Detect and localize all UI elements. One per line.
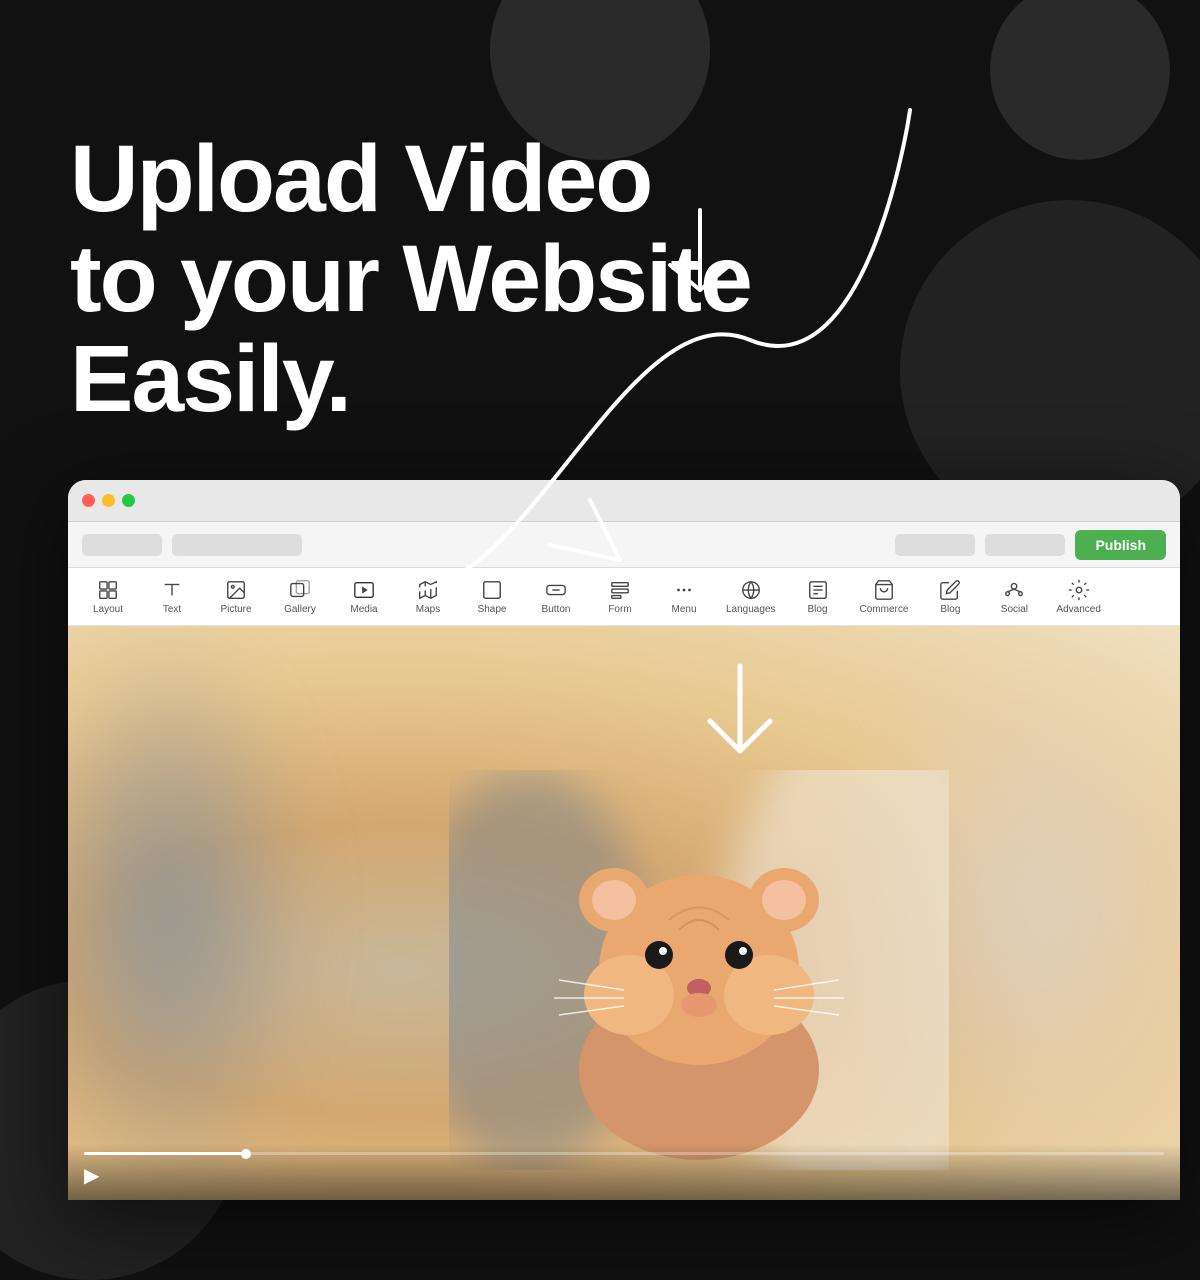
video-area: ▶ (68, 626, 1180, 1200)
traffic-light-yellow[interactable] (102, 494, 115, 507)
toolbar-item-social[interactable]: Social (982, 575, 1046, 619)
video-progress-bar[interactable] (84, 1152, 1164, 1155)
form-label: Form (608, 604, 631, 615)
media-label: Media (350, 604, 377, 615)
blog-label: Blog (807, 604, 827, 615)
icon-toolbar: Layout Text Picture Gallery (68, 568, 1180, 626)
decorative-circle-right (990, 0, 1170, 160)
maps-label: Maps (416, 604, 440, 615)
commerce-icon (873, 579, 895, 601)
advanced-label: Advanced (1056, 604, 1100, 615)
commerce-label: Commerce (860, 604, 909, 615)
menu-label: Menu (671, 604, 696, 615)
toolbar-item-gallery[interactable]: Gallery (268, 575, 332, 619)
video-thumbnail (68, 626, 1180, 1200)
bg-blur-left (68, 626, 318, 1200)
blog-icon (807, 579, 829, 601)
social-label: Social (1001, 604, 1028, 615)
toolbar-item-button[interactable]: Button (524, 575, 588, 619)
shape-label: Shape (478, 604, 507, 615)
toolbar-item-blog[interactable]: Blog (786, 575, 850, 619)
nav-placeholder-3 (985, 534, 1065, 556)
toolbar-item-maps[interactable]: Maps (396, 575, 460, 619)
browser-titlebar (68, 480, 1180, 522)
nav-placeholder-2 (895, 534, 975, 556)
hamster-illustration (449, 770, 949, 1170)
hero-text-block: Upload Video to your Website Easily. (70, 130, 751, 429)
toolbar-item-text[interactable]: Text (140, 575, 204, 619)
blog2-icon (939, 579, 961, 601)
text-label: Text (163, 604, 181, 615)
languages-label: Languages (726, 604, 776, 615)
toolbar-item-menu[interactable]: Menu (652, 575, 716, 619)
shape-icon (481, 579, 503, 601)
address-bar-placeholder (172, 534, 302, 556)
picture-label: Picture (220, 604, 251, 615)
play-button[interactable]: ▶ (84, 1163, 1164, 1188)
languages-icon (740, 579, 762, 601)
video-progress-dot (241, 1149, 251, 1159)
social-icon (1003, 579, 1025, 601)
text-icon (161, 579, 183, 601)
button-label: Button (542, 604, 571, 615)
video-controls: ▶ (68, 1144, 1180, 1200)
form-icon (609, 579, 631, 601)
blog2-label: Blog (940, 604, 960, 615)
traffic-light-green[interactable] (122, 494, 135, 507)
toolbar-item-layout[interactable]: Layout (76, 575, 140, 619)
browser-toolbar: Publish (68, 522, 1180, 568)
button-icon (545, 579, 567, 601)
menu-icon (673, 579, 695, 601)
toolbar-item-blog2[interactable]: Blog (918, 575, 982, 619)
advanced-icon (1068, 579, 1090, 601)
maps-icon (417, 579, 439, 601)
picture-icon (225, 579, 247, 601)
toolbar-item-media[interactable]: Media (332, 575, 396, 619)
toolbar-item-commerce[interactable]: Commerce (850, 575, 919, 619)
toolbar-item-shape[interactable]: Shape (460, 575, 524, 619)
video-down-arrow (680, 656, 800, 776)
layout-label: Layout (93, 604, 123, 615)
layout-icon (97, 579, 119, 601)
browser-window: Publish Layout Text (68, 480, 1180, 1200)
toolbar-item-form[interactable]: Form (588, 575, 652, 619)
video-progress-fill (84, 1152, 246, 1155)
toolbar-item-picture[interactable]: Picture (204, 575, 268, 619)
traffic-light-red[interactable] (82, 494, 95, 507)
hero-heading: Upload Video to your Website Easily. (70, 130, 751, 429)
toolbar-item-languages[interactable]: Languages (716, 575, 786, 619)
toolbar-item-advanced[interactable]: Advanced (1046, 575, 1110, 619)
nav-placeholder-1 (82, 534, 162, 556)
media-icon (353, 579, 375, 601)
gallery-label: Gallery (284, 604, 316, 615)
gallery-icon (289, 579, 311, 601)
publish-button[interactable]: Publish (1075, 530, 1166, 560)
